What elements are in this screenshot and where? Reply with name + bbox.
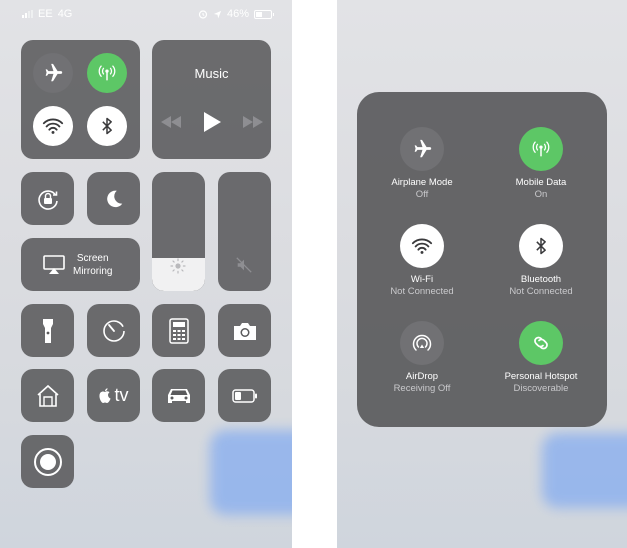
- location-icon: [213, 10, 222, 18]
- carplay-button[interactable]: [152, 369, 205, 422]
- screen-mirroring-icon: [43, 255, 65, 274]
- link-icon: [534, 336, 548, 350]
- network-label: 4G: [57, 8, 73, 20]
- camera-icon: [233, 322, 256, 340]
- apple-icon: [99, 387, 111, 403]
- do-not-disturb-button[interactable]: [87, 172, 140, 225]
- rewind-icon[interactable]: [160, 116, 181, 128]
- connectivity-tile[interactable]: [21, 40, 140, 159]
- bluetooth-icon: [536, 237, 546, 255]
- carrier-label: EE: [38, 8, 53, 20]
- airplane-mode-toggle[interactable]: [400, 127, 444, 171]
- airdrop-status: Receiving Off: [393, 383, 451, 394]
- status-bar: EE 4G 46%: [22, 7, 274, 21]
- connectivity-expanded-card: Airplane Mode Off Mobile Data On Wi-Fi N…: [357, 92, 607, 427]
- screen-mirroring-label-line1: Screen: [76, 253, 109, 264]
- tv-label: tv: [114, 385, 129, 405]
- antenna-icon: [98, 65, 116, 81]
- personal-hotspot-label: Personal Hotspot: [504, 371, 578, 382]
- mute-icon: [236, 257, 252, 273]
- car-icon: [167, 388, 190, 403]
- mobile-data-label: Mobile Data: [515, 177, 567, 188]
- apple-tv-remote-button[interactable]: tv: [87, 369, 140, 422]
- alarm-icon: [198, 10, 208, 19]
- bluetooth-toggle[interactable]: [519, 224, 563, 268]
- screen-mirroring-label-line2: Mirroring: [73, 266, 113, 277]
- moon-icon: [106, 190, 122, 207]
- mobile-data-status: On: [534, 189, 548, 200]
- personal-hotspot-item[interactable]: Personal Hotspot Discoverable: [481, 321, 601, 395]
- personal-hotspot-toggle[interactable]: [519, 321, 563, 365]
- airdrop-icon: [412, 334, 432, 351]
- record-icon: [33, 447, 62, 476]
- bluetooth-status: Not Connected: [509, 286, 573, 297]
- music-tile[interactable]: Music: [152, 40, 271, 159]
- brightness-slider[interactable]: [152, 172, 205, 291]
- play-icon[interactable]: [203, 112, 221, 132]
- camera-button[interactable]: [218, 304, 271, 357]
- expanded-connectivity-panel: Airplane Mode Off Mobile Data On Wi-Fi N…: [337, 0, 627, 548]
- fast-forward-icon[interactable]: [242, 116, 263, 128]
- wifi-icon: [411, 238, 433, 254]
- airplane-mode-status: Off: [415, 189, 429, 200]
- signal-icon: [22, 10, 33, 18]
- background-blur: [210, 430, 292, 515]
- airdrop-label: AirDrop: [405, 371, 439, 382]
- flashlight-icon: [42, 318, 53, 343]
- home-icon: [36, 384, 59, 407]
- wifi-label: Wi-Fi: [410, 274, 434, 285]
- flashlight-button[interactable]: [21, 304, 74, 357]
- sun-icon: [170, 258, 186, 274]
- antenna-icon: [532, 141, 550, 157]
- calculator-icon: [168, 317, 189, 344]
- wifi-icon: [42, 118, 64, 134]
- wifi-toggle[interactable]: [400, 224, 444, 268]
- airdrop-toggle[interactable]: [400, 321, 444, 365]
- personal-hotspot-status: Discoverable: [513, 383, 569, 394]
- battery-icon: [254, 9, 274, 19]
- airplane-mode-item[interactable]: Airplane Mode Off: [362, 127, 482, 201]
- screen-mirroring-button[interactable]: Screen Mirroring: [21, 238, 140, 291]
- bluetooth-label: Bluetooth: [520, 274, 562, 285]
- wifi-item[interactable]: Wi-Fi Not Connected: [362, 224, 482, 298]
- rotation-lock-button[interactable]: [21, 172, 74, 225]
- wifi-button[interactable]: [33, 106, 73, 146]
- low-power-mode-button[interactable]: [218, 369, 271, 422]
- wifi-status: Not Connected: [390, 286, 454, 297]
- mobile-data-toggle[interactable]: [519, 127, 563, 171]
- airplane-icon: [45, 63, 63, 82]
- music-title: Music: [194, 66, 229, 81]
- timer-icon: [102, 319, 125, 342]
- calculator-button[interactable]: [152, 304, 205, 357]
- battery-percent: 46%: [226, 8, 249, 20]
- screen-recording-button[interactable]: [21, 435, 74, 488]
- bluetooth-button[interactable]: [87, 106, 127, 146]
- bluetooth-item[interactable]: Bluetooth Not Connected: [481, 224, 601, 298]
- control-center-panel: EE 4G 46% Music Screen Mirroring tv: [0, 0, 292, 548]
- airplane-icon: [414, 139, 432, 158]
- mobile-data-item[interactable]: Mobile Data On: [481, 127, 601, 201]
- airplane-mode-label: Airplane Mode: [391, 177, 453, 188]
- mobile-data-button[interactable]: [87, 53, 127, 93]
- home-button[interactable]: [21, 369, 74, 422]
- rotation-lock-icon: [37, 189, 58, 210]
- airplane-mode-button[interactable]: [33, 53, 73, 93]
- bluetooth-icon: [102, 117, 112, 135]
- battery-icon: [231, 388, 257, 403]
- airdrop-item[interactable]: AirDrop Receiving Off: [362, 321, 482, 395]
- timer-button[interactable]: [87, 304, 140, 357]
- volume-slider[interactable]: [218, 172, 271, 291]
- background-blur: [542, 433, 627, 508]
